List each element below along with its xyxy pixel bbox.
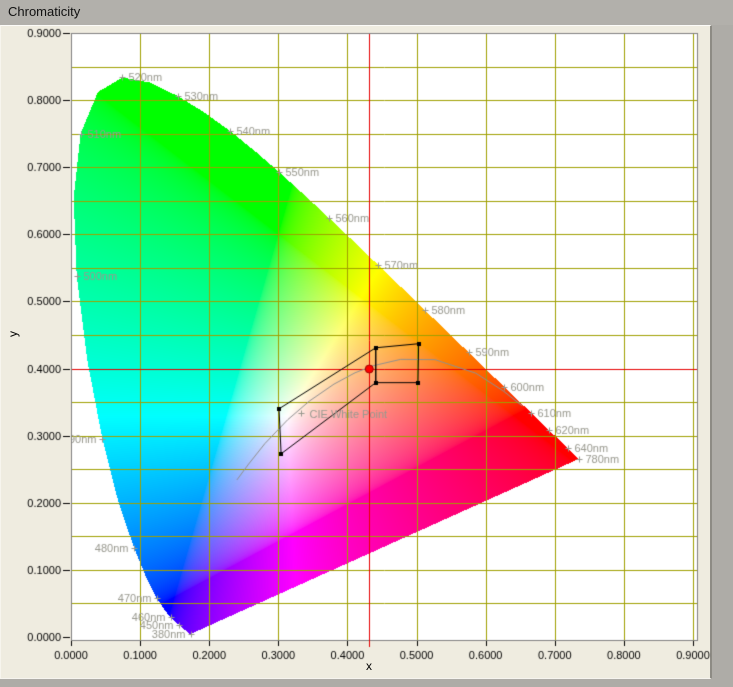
x-axis-title: x [360,659,378,673]
y-axis-title: y [6,325,20,343]
chromaticity-plot[interactable] [0,0,733,687]
chromaticity-window: { "window": { "title": "Chromaticity" },… [0,0,733,687]
